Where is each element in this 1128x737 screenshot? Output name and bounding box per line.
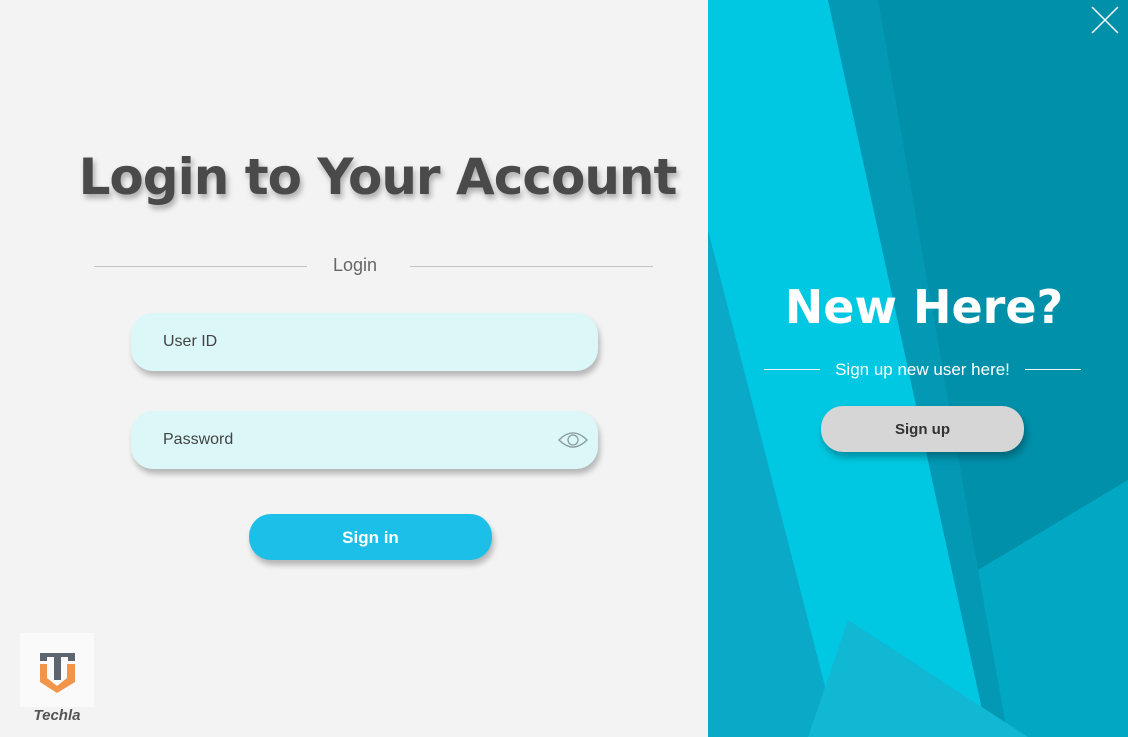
signup-title: New Here? [784,280,1064,334]
divider [410,266,653,267]
logo [20,633,94,707]
sign-up-button[interactable]: Sign up [821,406,1024,452]
divider [1025,369,1081,370]
sign-in-button[interactable]: Sign in [249,514,492,560]
user-id-input[interactable]: User ID [131,313,598,371]
logo-text: Techla [33,707,81,724]
user-id-placeholder: User ID [163,333,218,350]
password-input[interactable]: Password [131,411,598,469]
divider [764,369,820,370]
techla-logo-icon [40,653,75,693]
signup-subtitle: Sign up new user here! [835,360,1010,379]
page-title: Login to Your Account [78,148,678,206]
eye-icon[interactable] [558,430,588,450]
divider [94,266,307,267]
password-placeholder: Password [163,431,234,448]
signup-panel: New Here? Sign up new user here! Sign up [708,0,1128,737]
login-panel: Login to Your Account Login User ID Pass… [0,0,708,737]
close-icon[interactable] [1090,5,1120,35]
section-label: Login [332,255,378,275]
